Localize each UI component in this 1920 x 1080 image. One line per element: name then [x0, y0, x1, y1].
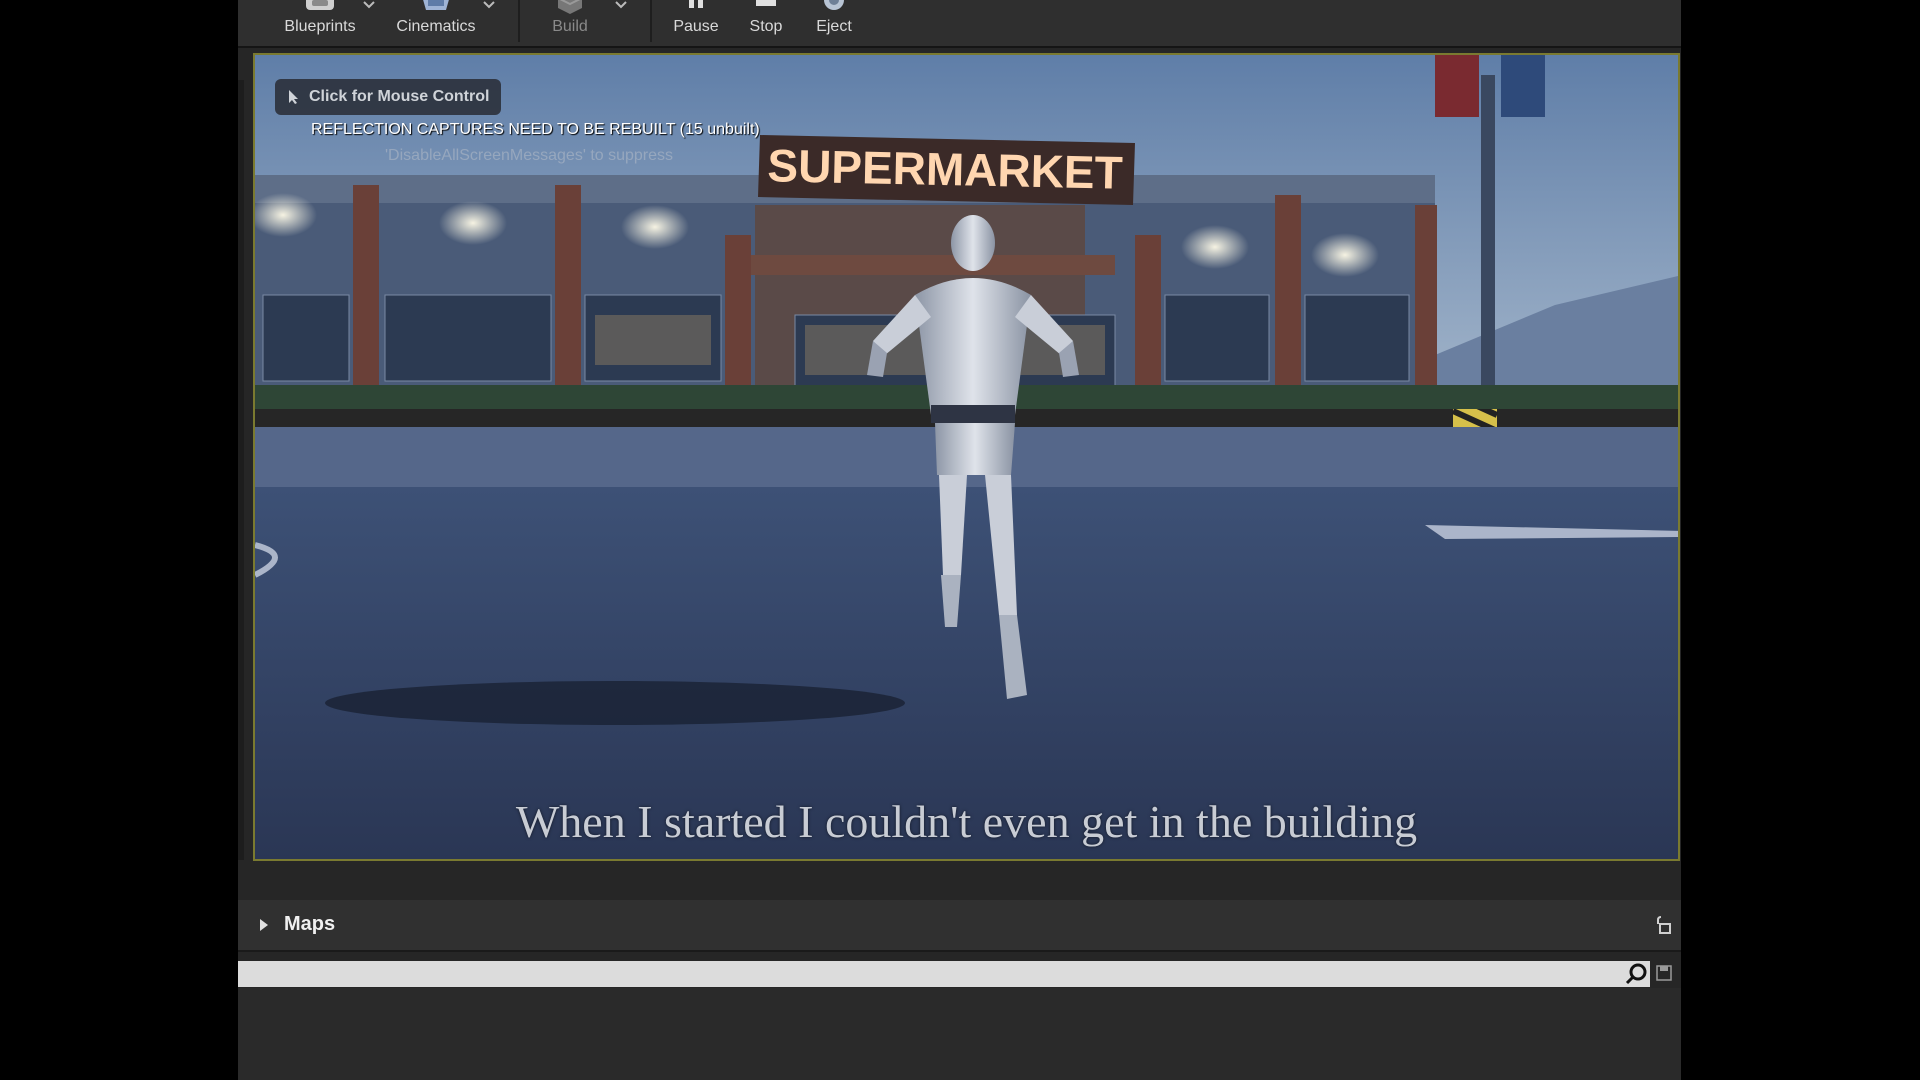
blueprints-button[interactable]: Blueprints [280, 0, 360, 44]
rebuild-warning: REFLECTION CAPTURES NEED TO BE REBUILT (… [311, 121, 760, 138]
pause-label: Pause [673, 18, 719, 35]
maps-search-input[interactable] [238, 961, 1650, 987]
cinematics-button[interactable]: Cinematics [388, 0, 484, 44]
expand-arrow-icon[interactable] [258, 918, 270, 932]
suppress-hint: 'DisableAllScreenMessages' to suppress [385, 147, 674, 164]
stop-label: Stop [749, 18, 783, 35]
character-shadow [325, 681, 905, 725]
supermarket-building [255, 175, 1437, 396]
video-subtitle: When I started I couldn't even get in th… [515, 796, 1418, 847]
eject-button[interactable]: Eject [804, 0, 864, 44]
game-scene: SUPERMARKET [255, 55, 1678, 859]
cinematics-icon [423, 0, 449, 10]
cinematics-label: Cinematics [396, 18, 476, 35]
pause-icon [689, 0, 703, 8]
build-label: Build [552, 18, 588, 35]
toolbar-separator [650, 0, 652, 42]
stop-button[interactable]: Stop [738, 0, 794, 44]
build-button[interactable]: Build [528, 0, 612, 44]
search-icon[interactable] [1624, 962, 1648, 986]
blueprints-dropdown-icon[interactable] [362, 0, 376, 10]
mouse-control-label: Click for Mouse Control [309, 88, 490, 105]
viewport-left-edge [238, 80, 244, 860]
lock-icon[interactable] [1653, 915, 1673, 935]
cinematics-dropdown-icon[interactable] [482, 0, 496, 10]
pause-button[interactable]: Pause [662, 0, 730, 44]
stop-icon [756, 0, 776, 6]
build-icon [558, 0, 582, 14]
blueprints-icon [306, 0, 334, 10]
mouse-control-hint[interactable]: Click for Mouse Control [275, 79, 502, 115]
level-viewport[interactable]: SUPERMARKET Click for Mouse Control REFL… [253, 53, 1680, 861]
maps-panel-title: Maps [284, 913, 336, 935]
eject-label: Eject [816, 18, 852, 35]
svg-text:SUPERMARKET: SUPERMARKET [767, 139, 1123, 198]
supermarket-sign: SUPERMARKET [758, 135, 1135, 205]
cursor-icon [289, 90, 298, 104]
unreal-editor-window: Blueprints Cinematics Build Pause Stop E… [238, 0, 1681, 1080]
maps-list-area [238, 988, 1681, 1080]
eject-icon [824, 0, 844, 10]
toolbar-separator [518, 0, 520, 42]
maps-panel-header[interactable]: Maps [238, 900, 1681, 952]
main-toolbar: Blueprints Cinematics Build Pause Stop E… [238, 0, 1681, 48]
blueprints-label: Blueprints [284, 18, 356, 35]
build-dropdown-icon[interactable] [614, 0, 628, 10]
save-icon[interactable] [1655, 964, 1673, 982]
